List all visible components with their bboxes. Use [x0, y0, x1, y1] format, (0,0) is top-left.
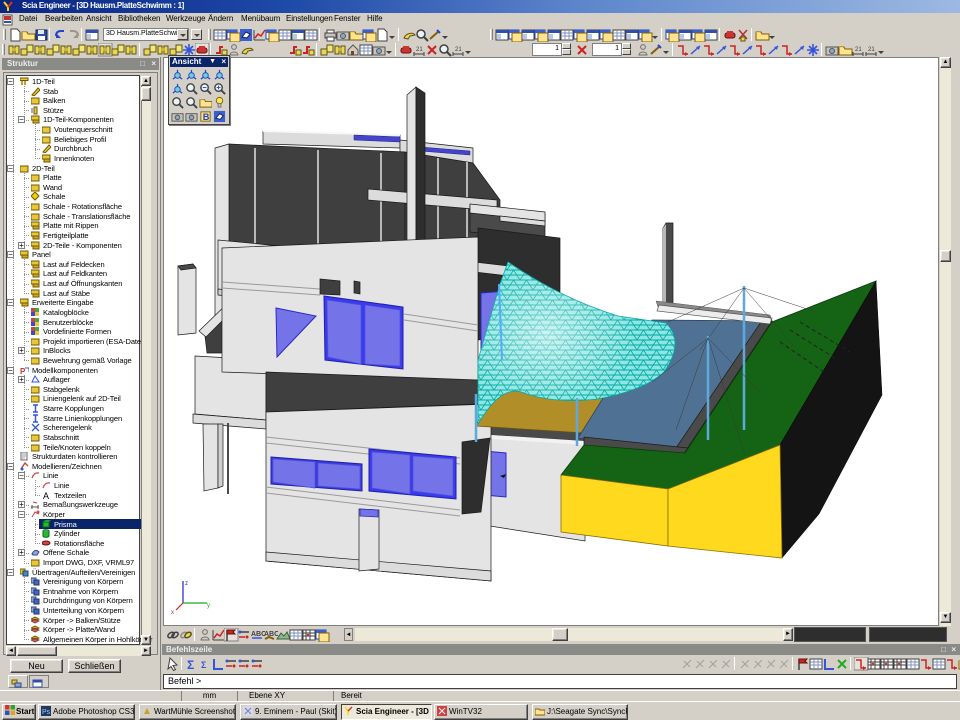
svg-text:21: 21 — [416, 47, 423, 53]
svg-text:21: 21 — [868, 47, 875, 53]
svg-text:y: y — [207, 603, 210, 609]
svg-text:21: 21 — [855, 47, 862, 53]
svg-text:21: 21 — [455, 47, 462, 53]
svg-text:x: x — [171, 610, 174, 616]
svg-text:Σ: Σ — [201, 660, 207, 670]
svg-text:z: z — [185, 581, 188, 587]
svg-text:B: B — [203, 112, 210, 122]
svg-text:A: A — [43, 491, 49, 500]
svg-text:Ps: Ps — [42, 709, 51, 716]
svg-text:Σ: Σ — [187, 658, 194, 671]
